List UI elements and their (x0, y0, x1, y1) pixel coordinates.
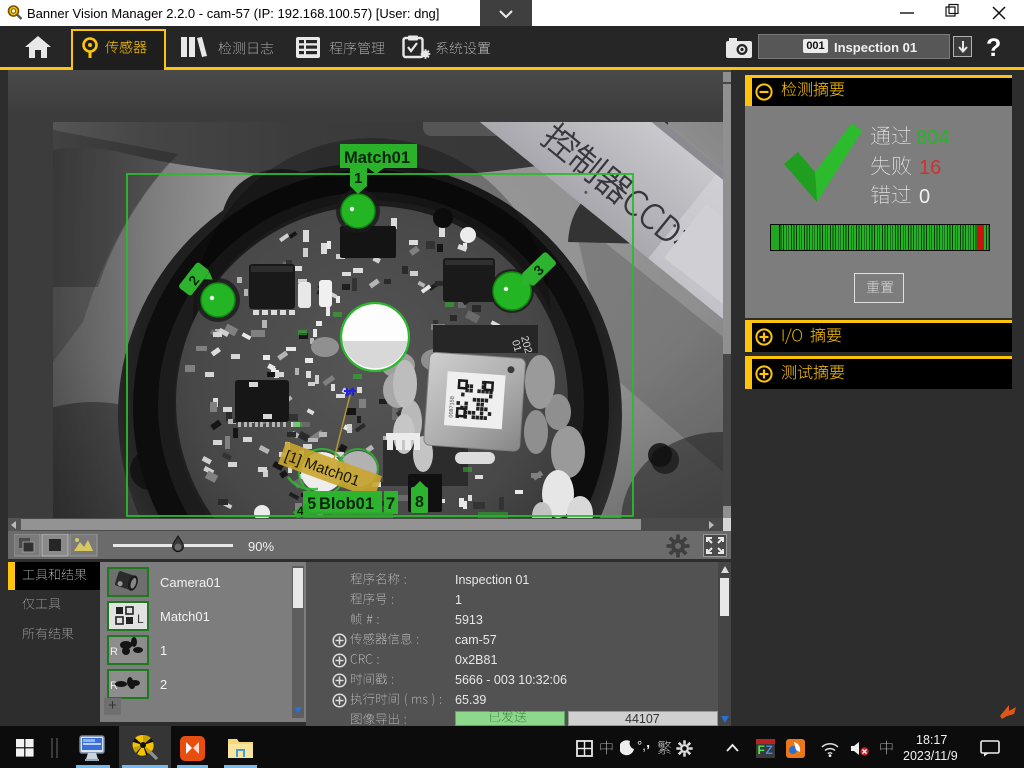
svg-text:7: 7 (386, 495, 395, 513)
svg-text:Match01: Match01 (344, 149, 410, 167)
svg-text:R: R (110, 646, 118, 658)
svg-text:Blob01: Blob01 (319, 495, 374, 513)
svg-text:1: 1 (354, 170, 362, 187)
svg-text:F: F (758, 743, 765, 757)
svg-text:Z: Z (766, 743, 773, 757)
svg-text:4: 4 (297, 504, 304, 518)
svg-text:L: L (137, 612, 144, 626)
svg-text:8: 8 (415, 494, 424, 511)
